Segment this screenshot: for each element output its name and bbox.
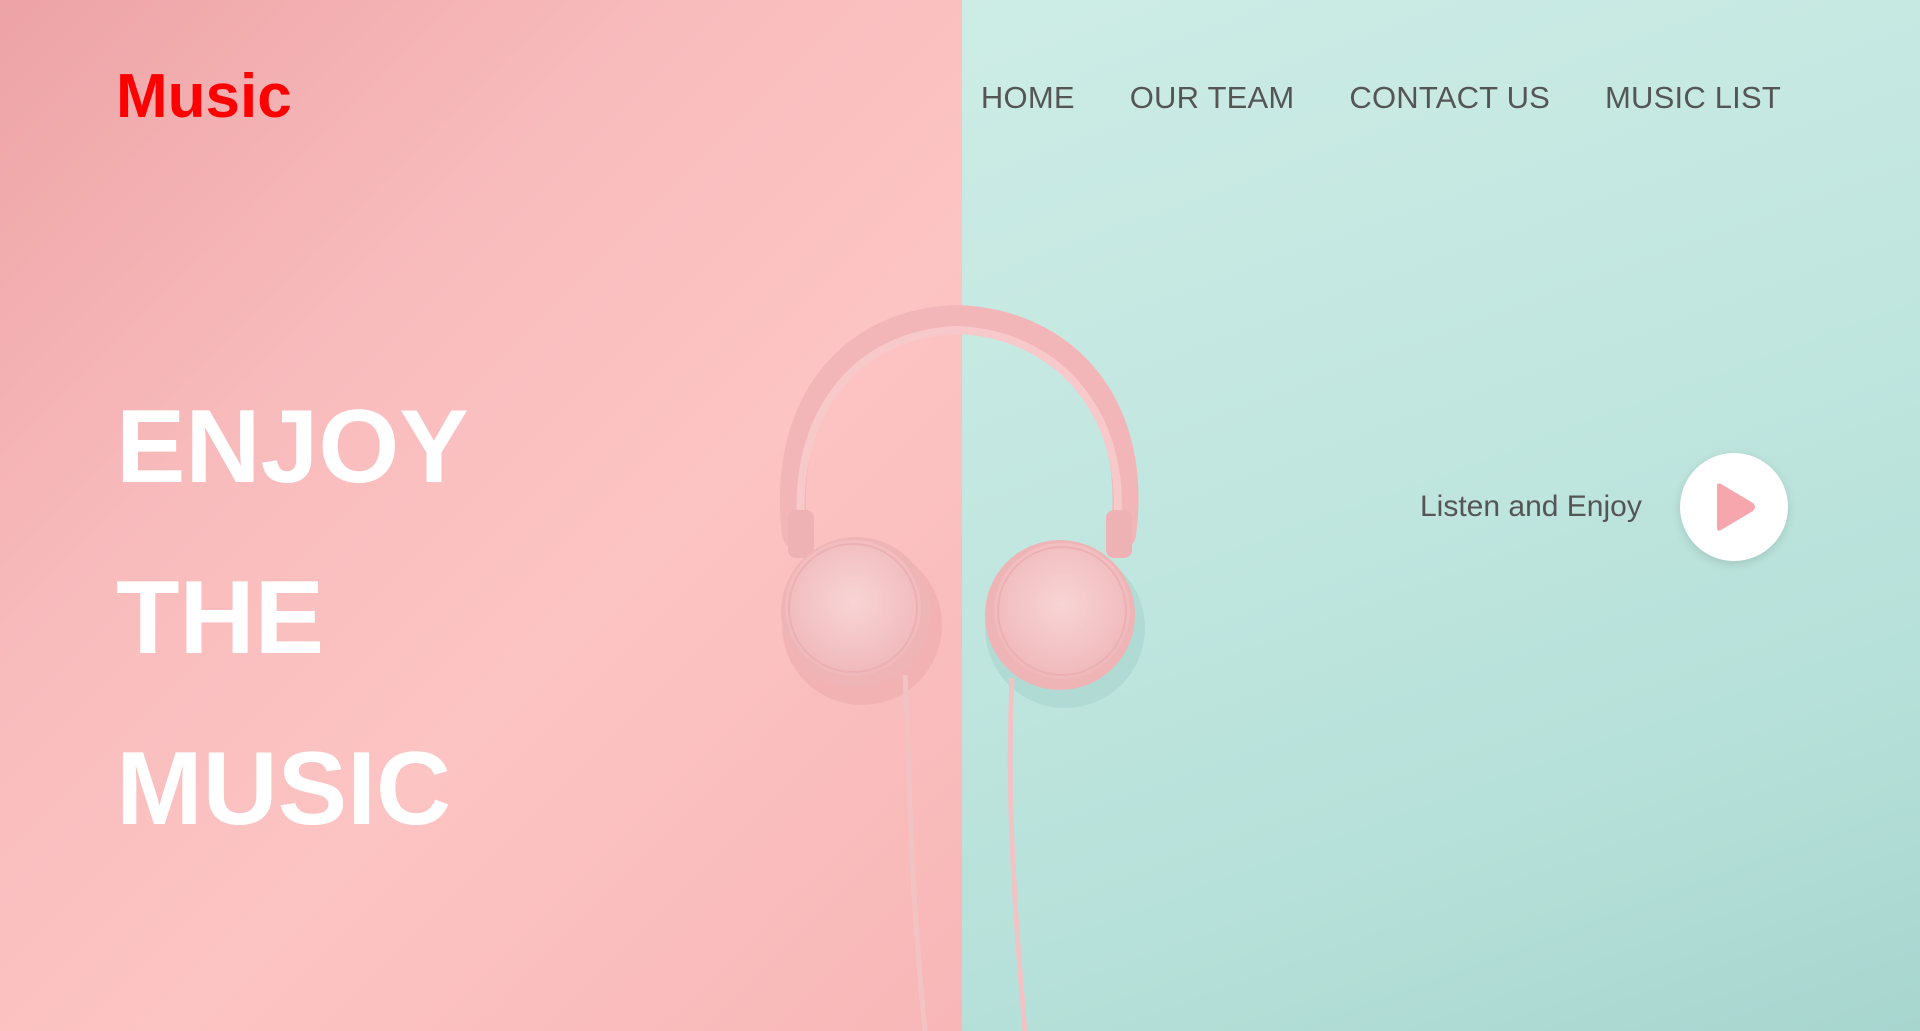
listen-label: Listen and Enjoy (1420, 490, 1642, 523)
listen-cta: Listen and Enjoy (1420, 453, 1788, 561)
hero-heading: ENJOY THE MUSIC (116, 362, 469, 875)
main-nav: HOME OUR TEAM CONTACT US MUSIC LIST (981, 82, 1781, 113)
hero-line-3: MUSIC (116, 731, 452, 847)
play-icon (1716, 483, 1755, 531)
hero-line-2: THE (116, 560, 324, 676)
site-logo[interactable]: Music (116, 66, 292, 128)
play-button[interactable] (1679, 453, 1788, 561)
nav-home-link[interactable]: HOME (981, 82, 1075, 113)
hero-section: Music HOME OUR TEAM CONTACT US MUSIC LIS… (0, 0, 1920, 1031)
hero-line-1: ENJOY (116, 389, 469, 505)
headphones-image (779, 304, 1145, 1031)
nav-music-list-link[interactable]: MUSIC LIST (1605, 82, 1781, 113)
nav-contact-us-link[interactable]: CONTACT US (1349, 82, 1550, 113)
nav-our-team-link[interactable]: OUR TEAM (1130, 82, 1295, 113)
